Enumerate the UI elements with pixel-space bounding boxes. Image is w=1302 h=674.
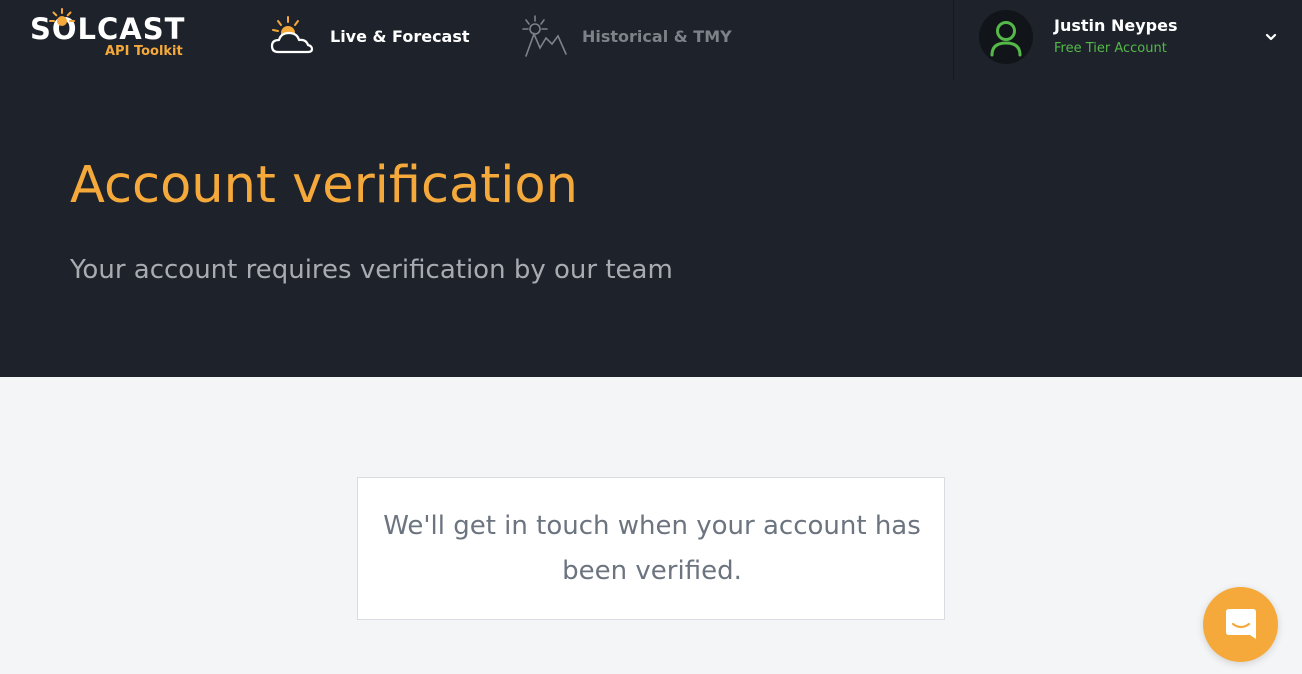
page-title: Account verification xyxy=(70,156,578,215)
user-icon xyxy=(990,21,1022,57)
nav-live-forecast[interactable]: Live & Forecast xyxy=(268,14,470,58)
brand-product-name: API Toolkit xyxy=(105,44,183,59)
verification-notice-card: We'll get in touch when your account has… xyxy=(357,477,945,620)
page-header: Account verification Your account requir… xyxy=(0,80,1302,377)
sun-cloud-icon xyxy=(270,16,314,54)
historical-sun-chart-icon xyxy=(522,15,567,57)
verification-notice-message: We'll get in touch when your account has… xyxy=(383,511,921,586)
nav-historical-tmy[interactable]: Historical & TMY xyxy=(520,14,732,58)
top-navigation-bar: SOLCAST API Toolkit Live & Forecast Hist… xyxy=(0,0,1302,80)
chevron-down-icon[interactable] xyxy=(1264,30,1278,44)
brand-logo[interactable]: SOLCAST API Toolkit xyxy=(30,6,190,66)
avatar xyxy=(979,10,1033,64)
sun-logo-icon xyxy=(49,8,75,26)
chat-launcher-button[interactable] xyxy=(1203,587,1278,662)
account-menu[interactable]: Justin Neypes Free Tier Account xyxy=(953,0,1302,80)
main-content: We'll get in touch when your account has… xyxy=(0,377,1302,674)
chat-bubble-icon xyxy=(1226,609,1256,639)
account-tier: Free Tier Account xyxy=(1054,41,1167,56)
nav-live-forecast-label: Live & Forecast xyxy=(330,26,470,46)
account-name: Justin Neypes xyxy=(1054,16,1178,35)
nav-historical-tmy-label: Historical & TMY xyxy=(582,26,732,46)
page-subtitle: Your account requires verification by ou… xyxy=(70,255,673,285)
